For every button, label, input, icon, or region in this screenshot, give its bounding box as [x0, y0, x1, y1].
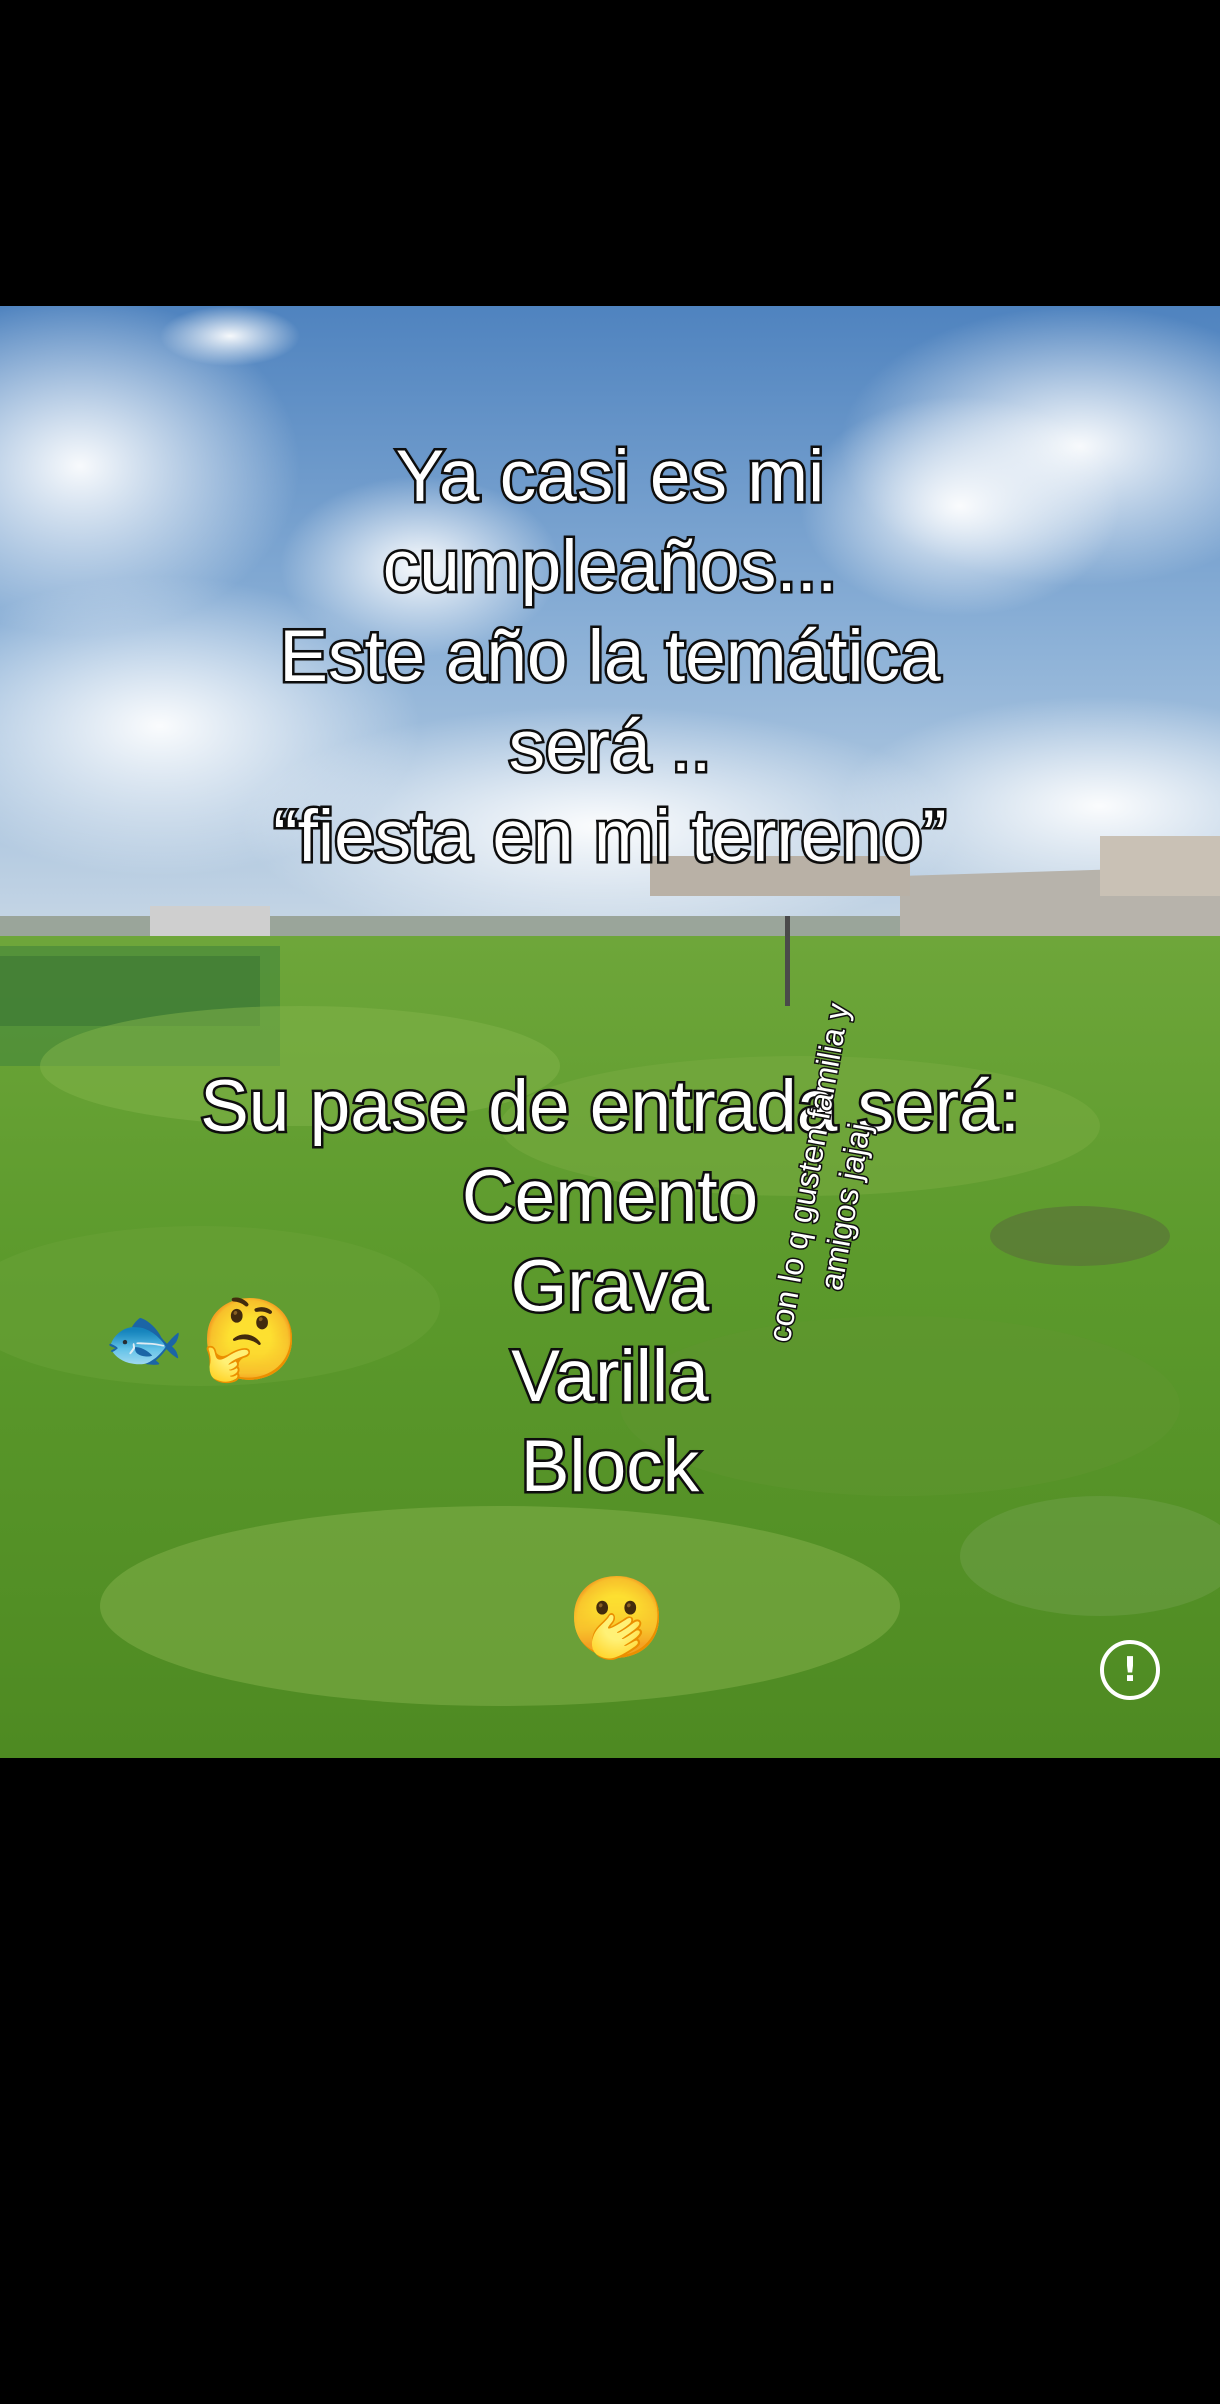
caption-line-3: Este año la temática: [277, 614, 943, 700]
caption-line-10: Block: [518, 1424, 702, 1510]
caption-line-1: Ya casi es mi: [393, 434, 827, 520]
caption-line-2: cumpleaños...: [380, 524, 839, 610]
thinking-face-emoji: 🤔: [200, 1293, 300, 1386]
video-screen: Ya casi es mi cumpleaños... Este año la …: [0, 0, 1220, 2404]
caption-line-6: Su pase de entrada será:: [198, 1064, 1023, 1150]
meme-caption-top: Ya casi es mi cumpleaños... Este año la …: [0, 432, 1220, 882]
caption-line-5: “fiesta en mi terreno”: [271, 794, 949, 880]
caption-line-4: será ..: [506, 704, 714, 790]
caption-line-7: Cemento: [459, 1154, 760, 1240]
meme-caption-bottom: Su pase de entrada será: Cemento Grava V…: [0, 1062, 1220, 1512]
info-icon[interactable]: !: [1100, 1640, 1160, 1700]
face-with-hand-over-mouth-emoji: 🫢: [567, 1571, 667, 1664]
fish-emoji: 🐟: [104, 1303, 184, 1377]
